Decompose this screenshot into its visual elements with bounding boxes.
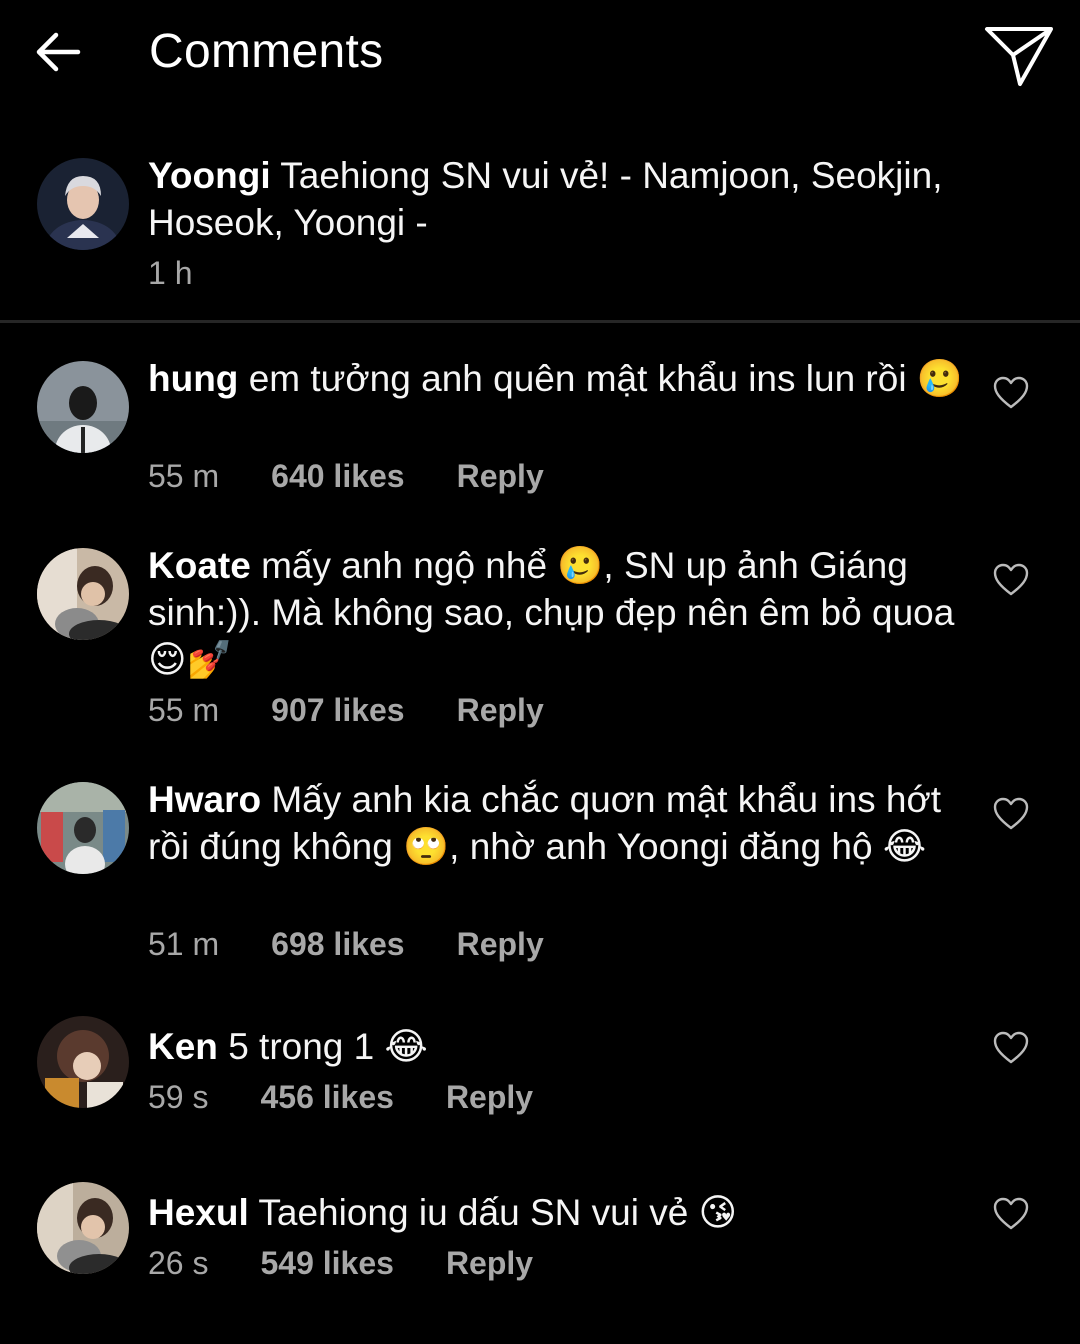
comment-text: hung em tưởng anh quên mật khẩu ins lun … — [148, 355, 978, 402]
top-bar: Comments — [0, 0, 1080, 108]
comment-time: 51 m — [148, 926, 220, 962]
avatar[interactable] — [37, 158, 129, 250]
avatar[interactable] — [37, 548, 129, 640]
comment-time: 55 m — [148, 458, 220, 494]
comment-text: Hexul Taehiong iu dấu SN vui vẻ 😘 — [148, 1189, 978, 1236]
comment-meta: 55 m 907 likes Reply — [148, 690, 544, 730]
caption-text: Yoongi Taehiong SN vui vẻ! - Namjoon, Se… — [148, 152, 978, 246]
caption-meta: 1 h — [148, 253, 192, 293]
reply-button[interactable]: Reply — [457, 456, 544, 496]
comment-meta: 51 m 698 likes Reply — [148, 924, 544, 964]
comment-username[interactable]: Koate — [148, 545, 251, 586]
likes-count[interactable]: 456 likes — [260, 1077, 393, 1117]
avatar[interactable] — [37, 361, 129, 453]
comment-username[interactable]: hung — [148, 358, 238, 399]
comment-username[interactable]: Hexul — [148, 1192, 249, 1233]
heart-icon[interactable] — [991, 1028, 1031, 1068]
avatar[interactable] — [37, 1182, 129, 1274]
back-button[interactable] — [30, 28, 86, 76]
comment-body: 5 trong 1 😂 — [228, 1026, 428, 1067]
comment-meta: 26 s 549 likes Reply — [148, 1243, 533, 1283]
page-title: Comments — [149, 25, 384, 78]
reply-button[interactable]: Reply — [446, 1077, 533, 1117]
comment-username[interactable]: Ken — [148, 1026, 218, 1067]
heart-icon[interactable] — [991, 1194, 1031, 1234]
share-button[interactable] — [980, 22, 1058, 90]
paper-plane-icon — [985, 27, 1053, 86]
reply-button[interactable]: Reply — [446, 1243, 533, 1283]
reply-button[interactable]: Reply — [457, 690, 544, 730]
reply-button[interactable]: Reply — [457, 924, 544, 964]
comment-meta: 59 s 456 likes Reply — [148, 1077, 533, 1117]
caption-username[interactable]: Yoongi — [148, 155, 271, 196]
likes-count[interactable]: 907 likes — [271, 690, 404, 730]
likes-count[interactable]: 549 likes — [260, 1243, 393, 1283]
comment-meta: 55 m 640 likes Reply — [148, 456, 544, 496]
comment-time: 26 s — [148, 1245, 209, 1281]
likes-count[interactable]: 640 likes — [271, 456, 404, 496]
arrow-left-icon — [36, 32, 81, 72]
divider — [0, 320, 1080, 323]
avatar[interactable] — [37, 1016, 129, 1108]
heart-icon[interactable] — [991, 794, 1031, 834]
comment-body: mấy anh ngộ nhể 🥲, SN up ảnh Giáng sinh:… — [148, 545, 955, 680]
comment-text: Ken 5 trong 1 😂 — [148, 1023, 978, 1070]
comment-body: Mấy anh kia chắc quơn mật khẩu ins hớt r… — [148, 779, 942, 867]
comment-body: Taehiong iu dấu SN vui vẻ 😘 — [258, 1192, 738, 1233]
comment-time: 55 m — [148, 692, 220, 728]
heart-icon[interactable] — [991, 560, 1031, 600]
comment-body: em tưởng anh quên mật khẩu ins lun rồi 🥲 — [248, 358, 963, 399]
comment-time: 59 s — [148, 1079, 209, 1115]
comment-username[interactable]: Hwaro — [148, 779, 261, 820]
comment-text: Koate mấy anh ngộ nhể 🥲, SN up ảnh Giáng… — [148, 542, 978, 683]
likes-count[interactable]: 698 likes — [271, 924, 404, 964]
avatar[interactable] — [37, 782, 129, 874]
heart-icon[interactable] — [991, 373, 1031, 413]
comment-text: Hwaro Mấy anh kia chắc quơn mật khẩu ins… — [148, 776, 978, 870]
caption-time: 1 h — [148, 255, 193, 291]
